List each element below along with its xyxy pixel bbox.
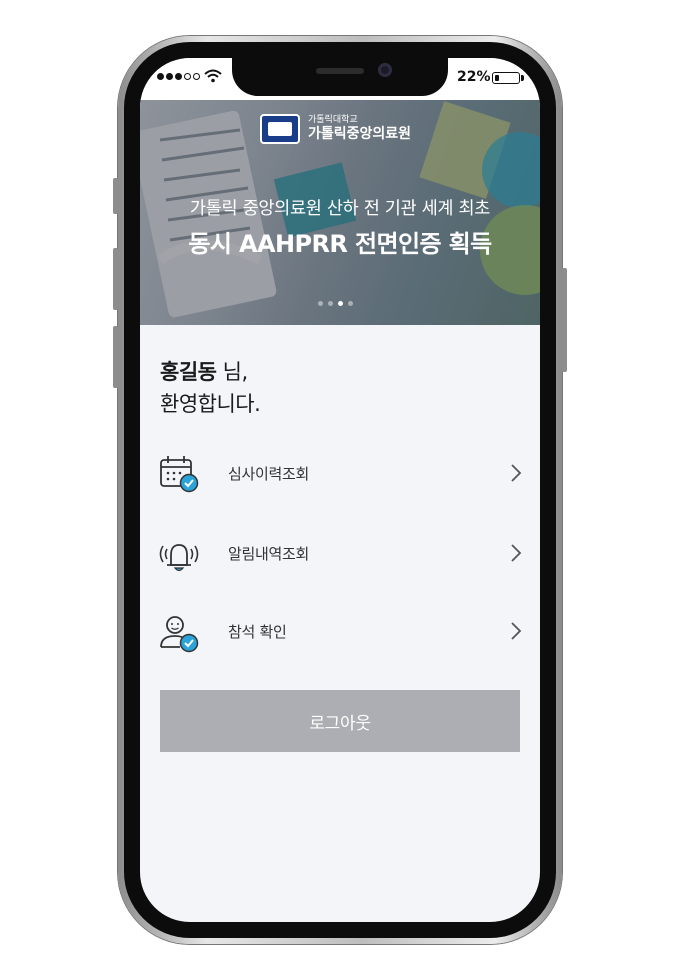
battery-icon — [492, 72, 520, 84]
banner-pager[interactable] — [318, 301, 353, 306]
banner-subtitle: 가톨릭 중앙의료원 산하 전 기관 세계 최초 — [189, 199, 491, 219]
honorific-text: 님, — [216, 360, 249, 384]
battery-cap — [521, 75, 524, 81]
chevron-right-icon — [511, 544, 522, 562]
chevron-right-icon — [511, 622, 522, 640]
hospital-logo: 가톨릭대학교 가톨릭중앙의료원 — [260, 114, 411, 144]
welcome-text: 환영합니다. — [160, 392, 261, 416]
wifi-icon — [204, 69, 222, 83]
notch — [232, 58, 448, 96]
logout-button[interactable]: 로그아웃 — [160, 690, 520, 752]
pager-dot[interactable] — [338, 301, 343, 306]
power-button — [562, 268, 567, 372]
volume-up-button — [113, 248, 118, 310]
menu-item-notification-history[interactable]: 알림내역조회 — [140, 525, 540, 581]
speaker — [316, 68, 364, 74]
user-check-icon — [160, 616, 199, 653]
pager-dot[interactable] — [328, 301, 333, 306]
menu-item-label: 알림내역조회 — [228, 545, 310, 563]
promo-banner[interactable]: 가톨릭대학교 가톨릭중앙의료원 가톨릭 중앙의료원 산하 전 기관 세계 최초 … — [140, 100, 540, 325]
menu-item-label: 심사이력조회 — [228, 465, 310, 483]
camera — [378, 63, 392, 77]
app-screen: 22% 가톨릭대학교 가톨릭중앙의료원 가톨릭 중앙의료원 산하 전 기관 세계… — [140, 58, 540, 922]
menu-item-review-history[interactable]: 심사이력조회 — [140, 445, 540, 501]
logo-university-text: 가톨릭대학교 — [308, 115, 358, 125]
logo-emblem-icon — [260, 114, 300, 144]
mute-switch — [113, 178, 118, 214]
pager-dot[interactable] — [318, 301, 323, 306]
logo-hospital-text: 가톨릭중앙의료원 — [308, 126, 412, 142]
alarm-bell-icon — [159, 544, 199, 572]
menu-item-label: 참석 확인 — [228, 623, 287, 641]
battery-percent: 22% — [457, 69, 491, 85]
greeting: 홍길동 님, 환영합니다. — [160, 356, 261, 420]
banner-title: 동시 AAHPRR 전면인증 획득 — [188, 230, 492, 258]
chevron-right-icon — [511, 464, 522, 482]
menu-item-attendance-check[interactable]: 참석 확인 — [140, 603, 540, 659]
pager-dot[interactable] — [348, 301, 353, 306]
user-name: 홍길동 — [160, 360, 217, 384]
volume-down-button — [113, 326, 118, 388]
calendar-check-icon — [160, 456, 199, 493]
signal-icon — [157, 73, 200, 80]
